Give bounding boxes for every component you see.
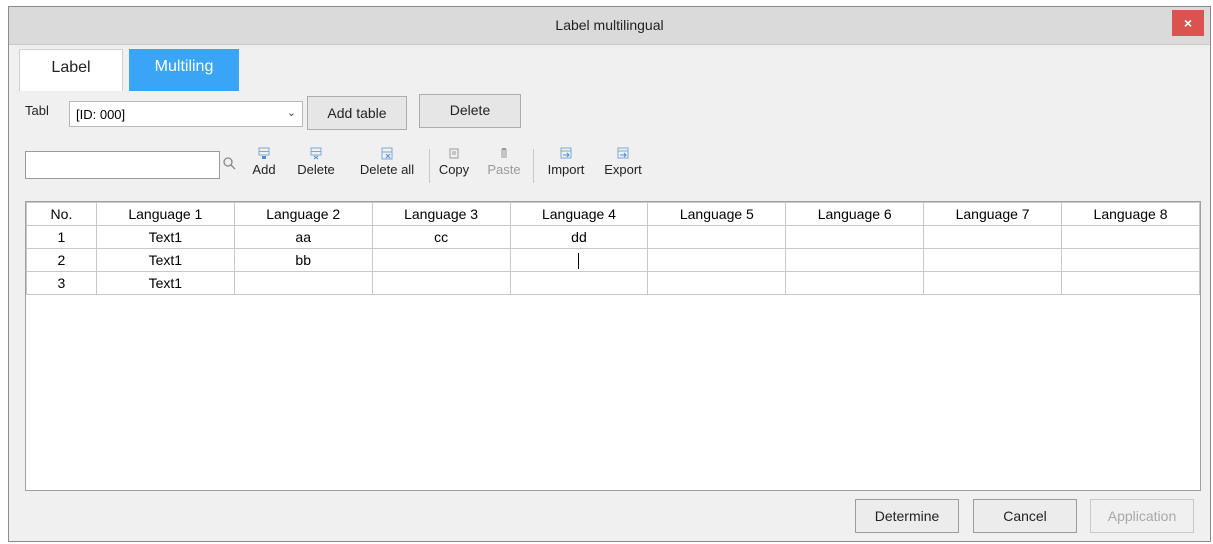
toolbar-export-label: Export [604,162,642,177]
text-cursor [578,252,580,269]
toolbar-separator [533,149,534,183]
table-cell[interactable] [509,271,649,295]
delete-row-icon [310,147,322,160]
paste-icon [501,148,507,158]
table-cell[interactable] [1061,271,1200,295]
table-row: 2 Text1 bb [26,248,1200,272]
toolbar-import-button[interactable]: Import [541,147,591,177]
add-row-icon [258,147,270,159]
language-grid[interactable]: No. Language 1 Language 2 Language 3 Lan… [25,201,1201,491]
table-cell[interactable] [647,225,787,249]
application-button[interactable]: Application [1090,499,1194,533]
column-header[interactable]: Language 6 [785,202,925,226]
toolbar-delete-all-label: Delete all [359,162,415,177]
table-cell[interactable]: 1 [26,225,97,249]
tab-multilingual[interactable]: Multiling [129,49,239,91]
table-select-label: Tabl [25,103,49,118]
table-cell[interactable]: aa [233,225,373,249]
tab-label[interactable]: Label [19,49,123,91]
column-header[interactable]: Language 3 [371,202,511,226]
column-header[interactable]: Language 2 [233,202,373,226]
column-header[interactable]: Language 8 [1061,202,1200,226]
column-header[interactable]: Language 1 [95,202,235,226]
table-cell[interactable] [923,248,1063,272]
table-header-row: No. Language 1 Language 2 Language 3 Lan… [26,202,1200,226]
toolbar-delete-all-button[interactable]: Delete all [347,147,427,177]
toolbar-copy-button[interactable]: Copy [435,147,473,177]
table-select-value: [ID: 000] [76,107,126,122]
column-header[interactable]: Language 4 [509,202,649,226]
window-title: Label multilingual [555,17,664,33]
table-cell[interactable] [1061,225,1200,249]
copy-icon [449,148,459,159]
table-cell-editing[interactable] [509,248,649,272]
export-icon [617,147,629,159]
table-cell[interactable] [233,271,373,295]
toolbar-import-label: Import [547,162,585,177]
table-cell[interactable]: dd [509,225,649,249]
delete-all-icon [381,147,393,160]
delete-table-button[interactable]: Delete [419,94,521,128]
table-cell[interactable] [371,248,511,272]
table-cell[interactable]: 2 [26,248,97,272]
toolbar-delete-button[interactable]: Delete [291,147,341,177]
determine-button[interactable]: Determine [855,499,959,533]
table-cell[interactable] [785,225,925,249]
table-cell[interactable] [647,271,787,295]
toolbar-add-button[interactable]: Add [247,147,281,177]
language-table: No. Language 1 Language 2 Language 3 Lan… [26,202,1200,295]
column-header[interactable]: Language 7 [923,202,1063,226]
table-cell[interactable]: Text1 [95,248,235,272]
import-icon [560,147,572,159]
toolbar-delete-label: Delete [297,162,335,177]
table-cell[interactable] [371,271,511,295]
search-input[interactable] [25,151,220,179]
table-cell[interactable]: cc [371,225,511,249]
table-select[interactable]: [ID: 000] ⌄ [69,101,303,127]
title-bar[interactable]: Label multilingual × [9,7,1210,45]
toolbar-copy-label: Copy [438,162,470,177]
toolbar-export-button[interactable]: Export [597,147,649,177]
chevron-down-icon: ⌄ [286,107,296,119]
column-header[interactable]: No. [26,202,97,226]
table-cell[interactable] [923,271,1063,295]
table-cell[interactable] [785,271,925,295]
table-cell[interactable]: 3 [26,271,97,295]
add-table-button[interactable]: Add table [307,96,407,130]
table-cell[interactable]: bb [233,248,373,272]
close-button[interactable]: × [1172,10,1204,36]
table-cell[interactable] [923,225,1063,249]
table-row: 1 Text1 aa cc dd [26,225,1200,249]
search-icon[interactable] [223,157,236,171]
table-row: 3 Text1 [26,271,1200,295]
toolbar-paste-button[interactable]: Paste [485,147,523,177]
table-cell[interactable] [785,248,925,272]
toolbar-add-label: Add [252,162,276,177]
cancel-button[interactable]: Cancel [973,499,1077,533]
table-cell[interactable] [647,248,787,272]
toolbar-separator [429,149,430,183]
dialog-window: Label multilingual × Label Multiling Tab… [8,6,1211,542]
table-cell[interactable]: Text1 [95,225,235,249]
column-header[interactable]: Language 5 [647,202,787,226]
table-cell[interactable] [1061,248,1200,272]
toolbar-paste-label: Paste [487,162,521,177]
table-cell[interactable]: Text1 [95,271,235,295]
